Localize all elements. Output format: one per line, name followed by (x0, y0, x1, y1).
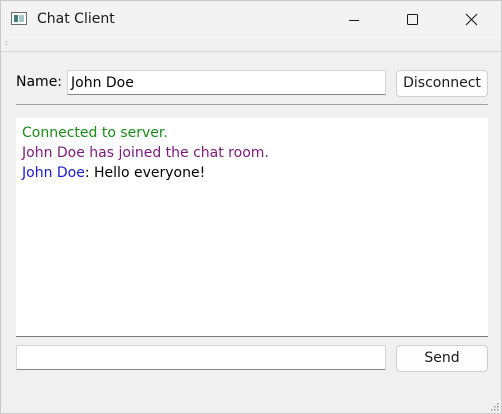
send-button[interactable]: Send (396, 345, 488, 372)
chat-message: John Doe: Hello everyone! (22, 163, 482, 183)
maximize-icon (407, 14, 418, 25)
chat-message-system: Connected to server. (22, 125, 168, 141)
chat-log[interactable]: Connected to server. John Doe has joined… (16, 118, 488, 337)
name-label: Name: (16, 74, 63, 90)
maximize-button[interactable] (383, 1, 441, 39)
disconnect-button[interactable]: Disconnect (396, 70, 488, 97)
window-title: Chat Client (37, 11, 115, 27)
toolbar-grip[interactable] (6, 41, 8, 47)
chat-client-window: Chat Client Name: John Doe Disconnect Co… (0, 0, 502, 414)
close-button[interactable] (442, 1, 500, 39)
message-input[interactable] (16, 345, 386, 370)
minimize-button[interactable] (325, 1, 383, 39)
minimize-icon (349, 20, 359, 21)
toolbar-strip (1, 39, 501, 52)
title-bar[interactable]: Chat Client (1, 1, 501, 39)
resize-grip-icon[interactable] (489, 401, 499, 411)
divider (16, 104, 488, 105)
chat-message-sender: John Doe (22, 165, 85, 181)
app-window-icon (11, 12, 27, 25)
close-icon (465, 13, 478, 26)
chat-message-join: John Doe has joined the chat room. (22, 145, 269, 161)
chat-message-text: : Hello everyone! (84, 165, 206, 181)
name-input[interactable]: John Doe (67, 70, 386, 95)
